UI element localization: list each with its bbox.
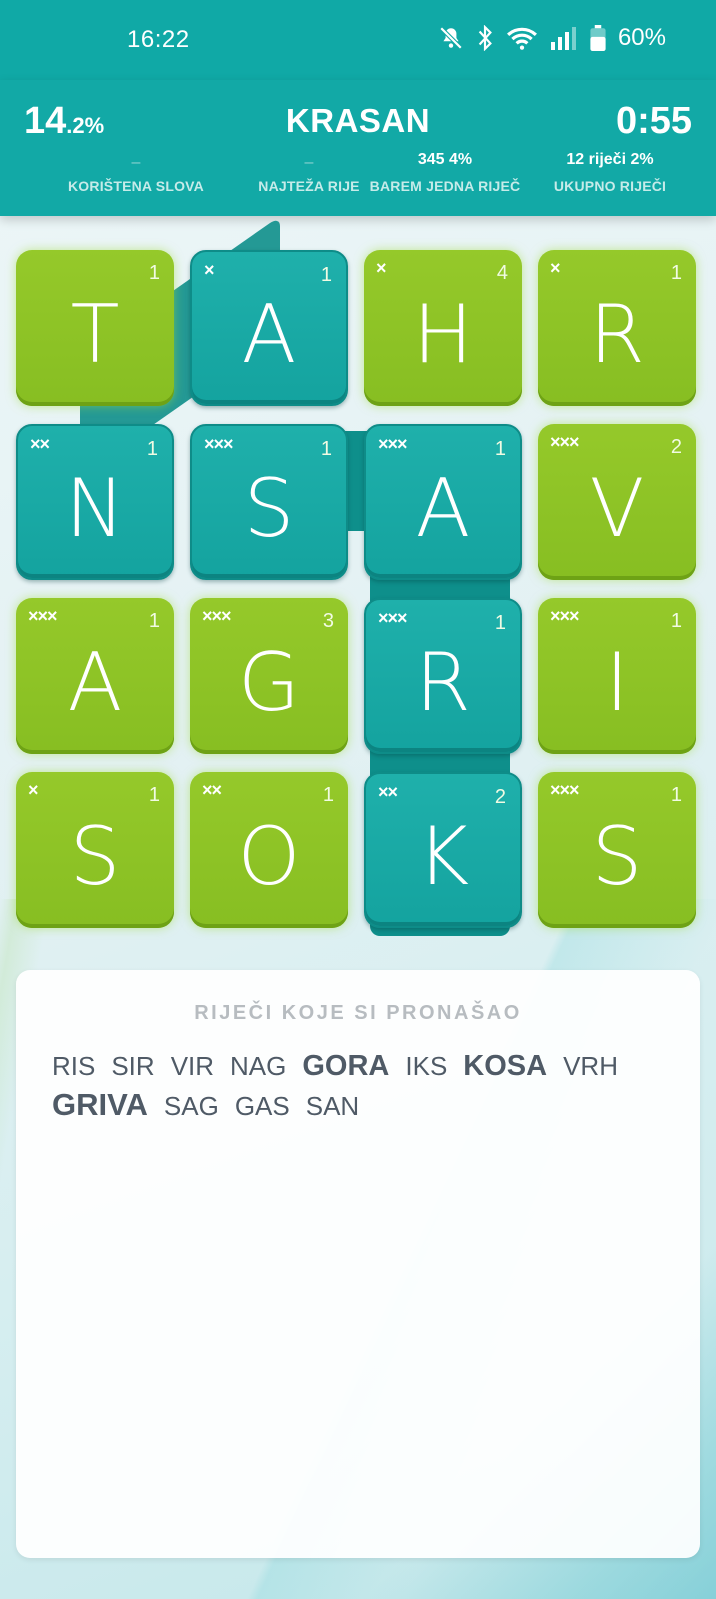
tile-marks: ××× bbox=[378, 434, 408, 454]
battery-level: 60% bbox=[617, 24, 666, 51]
status-bar: 16:22 60% bbox=[0, 0, 716, 80]
tile-marks: ×× bbox=[378, 782, 398, 802]
tile-count: 3 bbox=[322, 610, 334, 632]
tile-marks: ××× bbox=[550, 780, 580, 800]
tile-count: 1 bbox=[494, 612, 506, 634]
tile-count: 1 bbox=[322, 784, 334, 806]
tile-marks: × bbox=[204, 260, 214, 280]
found-words-list: RIS SIR VIR NAG GORA IKS KOSA VRH GRIVA SAG GAS SAN bbox=[52, 1050, 672, 1123]
tile-marks: ×× bbox=[202, 780, 222, 800]
tile-r-r3c3[interactable]: ××× 1 R bbox=[364, 598, 522, 754]
tile-marks: ××× bbox=[202, 606, 232, 626]
tile-s-r4c1[interactable]: × 1 S bbox=[16, 772, 174, 928]
timer: 0:55 bbox=[615, 100, 692, 142]
tile-letter: K bbox=[416, 810, 470, 903]
tile-marks: × bbox=[550, 258, 560, 278]
found-word: NAG bbox=[230, 1051, 287, 1081]
tile-marks: × bbox=[28, 780, 38, 800]
tile-count: 1 bbox=[148, 262, 160, 284]
tile-letter: R bbox=[415, 636, 471, 729]
tile-letter: A bbox=[241, 288, 297, 381]
battery-icon bbox=[590, 25, 606, 51]
found-words-title: RIJEČI KOJE SI PRONAŠAO bbox=[194, 1002, 522, 1024]
tile-o-r4c2[interactable]: ×× 1 O bbox=[190, 772, 348, 928]
stat-hardest-word: – NAJTEŽA RIJE bbox=[258, 154, 360, 194]
tile-marks: ××× bbox=[204, 434, 234, 454]
tile-count: 1 bbox=[320, 438, 332, 460]
tile-t-r1c1[interactable]: 1T bbox=[16, 250, 174, 406]
tile-marks: ××× bbox=[28, 606, 58, 626]
found-word: SAG bbox=[163, 1091, 219, 1121]
tile-count: 2 bbox=[494, 786, 506, 808]
tile-letter: S bbox=[591, 810, 643, 903]
found-word: SAN bbox=[305, 1091, 360, 1121]
found-word: IKS bbox=[405, 1051, 448, 1081]
tile-count: 1 bbox=[148, 610, 160, 632]
tile-i-r3c4[interactable]: ××× 1 I bbox=[538, 598, 696, 754]
tile-count: 1 bbox=[670, 784, 682, 806]
tile-count: 1 bbox=[494, 438, 506, 460]
found-words-panel: RIJEČI KOJE SI PRONAŠAO RIS SIR VIR NAG GORA… bbox=[16, 970, 700, 1558]
letter-board: 1 T × 1 A × 4 H × 1 R ×× 1 N ××× 1 S ××× 1 A ××× 2 V ××× 1 A ××× 3 G… bbox=[0, 215, 716, 956]
tile-g-r3c2[interactable]: ××× 3 G bbox=[190, 598, 348, 754]
found-word: VIR bbox=[170, 1051, 215, 1081]
tile-marks: ××× bbox=[378, 608, 408, 628]
tile-marks: × bbox=[376, 258, 386, 278]
tile-count: 1 bbox=[670, 262, 682, 284]
tile-count: 2 bbox=[670, 436, 682, 458]
status-time: 16:22 bbox=[127, 26, 190, 53]
tile-k-r4c3[interactable]: ×× 2 K bbox=[364, 772, 522, 928]
tile-a-r3c1[interactable]: ××× 1 A bbox=[16, 598, 174, 754]
signal-icon bbox=[550, 26, 578, 50]
found-word: RIS bbox=[52, 1051, 96, 1081]
bluetooth-icon bbox=[476, 25, 494, 51]
tile-letter: N bbox=[65, 462, 125, 555]
tile-letter: V bbox=[589, 462, 645, 555]
found-word: GRIVA bbox=[52, 1087, 148, 1122]
tile-letter: S bbox=[69, 810, 121, 903]
found-word: KOSA bbox=[463, 1050, 548, 1082]
stat-used-letters: – KORIŠTENA SLOVA bbox=[67, 154, 204, 194]
tile-h-r1c3[interactable]: × 4 H bbox=[364, 250, 522, 406]
tile-marks: ××× bbox=[550, 606, 580, 626]
board-title: KRASAN bbox=[285, 102, 431, 139]
tile-count: 1 bbox=[148, 784, 160, 806]
tile-r-r1c4[interactable]: × 1 R bbox=[538, 250, 696, 406]
tile-letter: S bbox=[243, 462, 295, 555]
status-icons: 60% bbox=[438, 24, 666, 52]
stat-total-words: 12 riječi 2% UKUPNO RIJEČI bbox=[553, 151, 667, 194]
tile-letter: T bbox=[70, 288, 120, 381]
found-word: SIR bbox=[111, 1051, 155, 1081]
tile-s-r2c2[interactable]: ××× 1 S bbox=[190, 424, 348, 580]
tile-v-r2c4[interactable]: ××× 2 V bbox=[538, 424, 696, 580]
tile-letter: O bbox=[237, 810, 301, 903]
tile-letter: A bbox=[67, 636, 123, 729]
tile-count: 1 bbox=[670, 610, 682, 632]
tile-letter: H bbox=[412, 288, 474, 381]
tile-letter: R bbox=[589, 288, 645, 381]
found-word: GAS bbox=[234, 1091, 290, 1121]
tile-marks: ××× bbox=[550, 432, 580, 452]
tile-letter: A bbox=[415, 462, 471, 555]
tile-n-r2c1[interactable]: ×× 1 N bbox=[16, 424, 174, 580]
game-header: 14.2% KRASAN 0:55 – KORIŠTENA SLOVA – NA… bbox=[0, 80, 716, 216]
found-word: VRH bbox=[563, 1051, 618, 1081]
tile-count: 4 bbox=[496, 262, 508, 284]
tile-letter: I bbox=[605, 636, 629, 729]
tile-count: 1 bbox=[320, 264, 332, 286]
tile-a-r2c3[interactable]: ××× 1 A bbox=[364, 424, 522, 580]
bell-off-icon bbox=[438, 25, 464, 51]
tile-count: 1 bbox=[146, 438, 158, 460]
wifi-icon bbox=[506, 25, 538, 51]
stat-at-least-one-word: 345 4% BAREM JEDNA RIJEČ bbox=[369, 151, 521, 194]
tile-letter: G bbox=[238, 636, 300, 729]
found-word: GORA bbox=[302, 1050, 390, 1082]
tile-s-r4c4[interactable]: ××× 1 S bbox=[538, 772, 696, 928]
tile-a-r1c2[interactable]: × 1 A bbox=[190, 250, 348, 406]
tile-marks: ×× bbox=[30, 434, 50, 454]
